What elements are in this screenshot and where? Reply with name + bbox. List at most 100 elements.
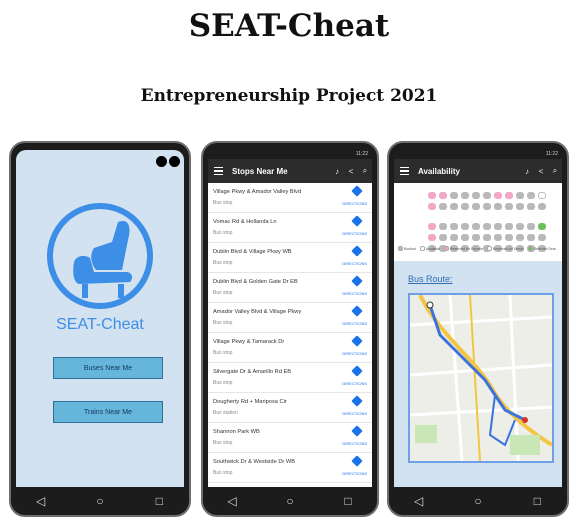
directions-icon[interactable] — [351, 275, 363, 287]
directions-icon[interactable] — [351, 245, 363, 257]
seat[interactable] — [439, 203, 447, 210]
search-icon[interactable]: ⌕ — [548, 166, 562, 176]
directions-icon[interactable] — [351, 335, 363, 347]
seat[interactable] — [439, 223, 447, 230]
seat[interactable] — [483, 203, 491, 210]
seat[interactable] — [461, 192, 469, 199]
recents-icon[interactable]: □ — [338, 494, 358, 508]
seat[interactable] — [494, 234, 502, 241]
seat[interactable] — [516, 234, 524, 241]
seat[interactable] — [505, 234, 513, 241]
back-icon[interactable]: ◁ — [222, 494, 242, 508]
seat[interactable] — [505, 203, 513, 210]
directions-link[interactable]: DIRECTIONS — [342, 441, 367, 446]
directions-link[interactable]: DIRECTIONS — [342, 201, 367, 206]
seat[interactable] — [461, 223, 469, 230]
seat[interactable] — [428, 203, 436, 210]
directions-icon[interactable] — [351, 455, 363, 467]
share-icon[interactable]: < — [344, 167, 358, 176]
seat[interactable] — [483, 234, 491, 241]
seat[interactable] — [450, 223, 458, 230]
route-map[interactable] — [408, 293, 554, 463]
seat[interactable] — [494, 203, 502, 210]
directions-icon[interactable] — [351, 185, 363, 197]
directions-icon[interactable] — [351, 305, 363, 317]
menu-icon[interactable] — [208, 166, 226, 176]
stop-list-item[interactable]: Village Pkwy & Tamarack Dr Bus stop DIRECT… — [208, 333, 372, 363]
recents-icon[interactable]: □ — [149, 494, 169, 508]
seat[interactable] — [505, 223, 513, 230]
stop-list-item[interactable]: Vomac Rd & Hollanda Ln Bus stop DIRECTIONS — [208, 213, 372, 243]
stop-name: Silvergate Dr & Amarillo Rd EB — [213, 369, 292, 375]
trains-near-me-button[interactable]: Trains Near Me — [53, 401, 163, 423]
seat[interactable] — [483, 223, 491, 230]
seat[interactable] — [472, 223, 480, 230]
seat[interactable] — [472, 203, 480, 210]
seat[interactable] — [483, 192, 491, 199]
stop-list-item[interactable]: Silvergate Dr & Amarillo Rd EB Bus stop DI… — [208, 363, 372, 393]
directions-link[interactable]: DIRECTIONS — [342, 261, 367, 266]
home-icon[interactable]: ○ — [468, 494, 488, 508]
back-icon[interactable]: ◁ — [31, 494, 51, 508]
seat[interactable] — [538, 203, 546, 210]
directions-link[interactable]: DIRECTIONS — [342, 351, 367, 356]
phone-stops-screen: 11:22 Stops Near Me ♪ < ⌕ Village Pkwy &… — [201, 141, 379, 517]
seat[interactable] — [450, 203, 458, 210]
seat[interactable] — [428, 223, 436, 230]
recents-icon[interactable]: □ — [527, 494, 547, 508]
bus-route-label: Bus Route: — [408, 274, 453, 284]
seat[interactable] — [516, 203, 524, 210]
menu-icon[interactable] — [394, 166, 412, 176]
seat[interactable] — [472, 234, 480, 241]
stop-list-item[interactable]: Amador Valley Blvd & Village Pkwy Bus sto… — [208, 303, 372, 333]
seat[interactable] — [538, 192, 546, 199]
android-nav-bar: ◁ ○ □ — [389, 487, 567, 515]
directions-icon[interactable] — [351, 365, 363, 377]
directions-link[interactable]: DIRECTIONS — [342, 411, 367, 416]
seat[interactable] — [494, 192, 502, 199]
stop-list-item[interactable]: Shannon Park WB Bus stop DIRECTIONS — [208, 423, 372, 453]
search-icon[interactable]: ⌕ — [358, 166, 372, 176]
seat[interactable] — [538, 234, 546, 241]
seat[interactable] — [505, 192, 513, 199]
seat[interactable] — [439, 234, 447, 241]
seat[interactable] — [450, 192, 458, 199]
notification-bell-icon[interactable]: ♪ — [330, 167, 344, 176]
notification-bell-icon[interactable]: ♪ — [520, 167, 534, 176]
seat[interactable] — [516, 223, 524, 230]
seat[interactable] — [428, 234, 436, 241]
seat[interactable] — [516, 192, 524, 199]
seat[interactable] — [461, 203, 469, 210]
seat[interactable] — [527, 192, 535, 199]
directions-icon[interactable] — [351, 395, 363, 407]
stop-list-item[interactable]: Dougherty Rd + Mariposa Cir Bus station DI… — [208, 393, 372, 423]
seat[interactable] — [538, 223, 546, 230]
seat[interactable] — [527, 234, 535, 241]
share-icon[interactable]: < — [534, 167, 548, 176]
seat[interactable] — [494, 223, 502, 230]
stop-list-item[interactable]: Dublin Blvd & Golden Gate Dr EB Bus stop D… — [208, 273, 372, 303]
seat[interactable] — [450, 234, 458, 241]
seat[interactable] — [439, 192, 447, 199]
directions-link[interactable]: DIRECTIONS — [342, 231, 367, 236]
stop-list-item[interactable]: Dublin Blvd & Village Pkwy WB Bus stop DIR… — [208, 243, 372, 273]
directions-link[interactable]: DIRECTIONS — [342, 471, 367, 476]
buses-near-me-button[interactable]: Buses Near Me — [53, 357, 163, 379]
home-icon[interactable]: ○ — [90, 494, 110, 508]
directions-icon[interactable] — [351, 215, 363, 227]
directions-link[interactable]: DIRECTIONS — [342, 321, 367, 326]
stop-type: Bus stop — [213, 230, 233, 236]
seat[interactable] — [472, 192, 480, 199]
home-icon[interactable]: ○ — [280, 494, 300, 508]
seat[interactable] — [428, 192, 436, 199]
seat[interactable] — [527, 223, 535, 230]
stop-list-item[interactable]: Southwick Dr & Westside Dr WB Bus stop DIR… — [208, 453, 372, 483]
directions-icon[interactable] — [351, 425, 363, 437]
seat[interactable] — [461, 234, 469, 241]
back-icon[interactable]: ◁ — [409, 494, 429, 508]
directions-link[interactable]: DIRECTIONS — [342, 291, 367, 296]
seat[interactable] — [527, 203, 535, 210]
directions-link[interactable]: DIRECTIONS — [342, 381, 367, 386]
stop-type: Bus stop — [213, 260, 233, 266]
stop-list-item[interactable]: Village Pkwy & Amador Valley Blvd Bus sto… — [208, 183, 372, 213]
